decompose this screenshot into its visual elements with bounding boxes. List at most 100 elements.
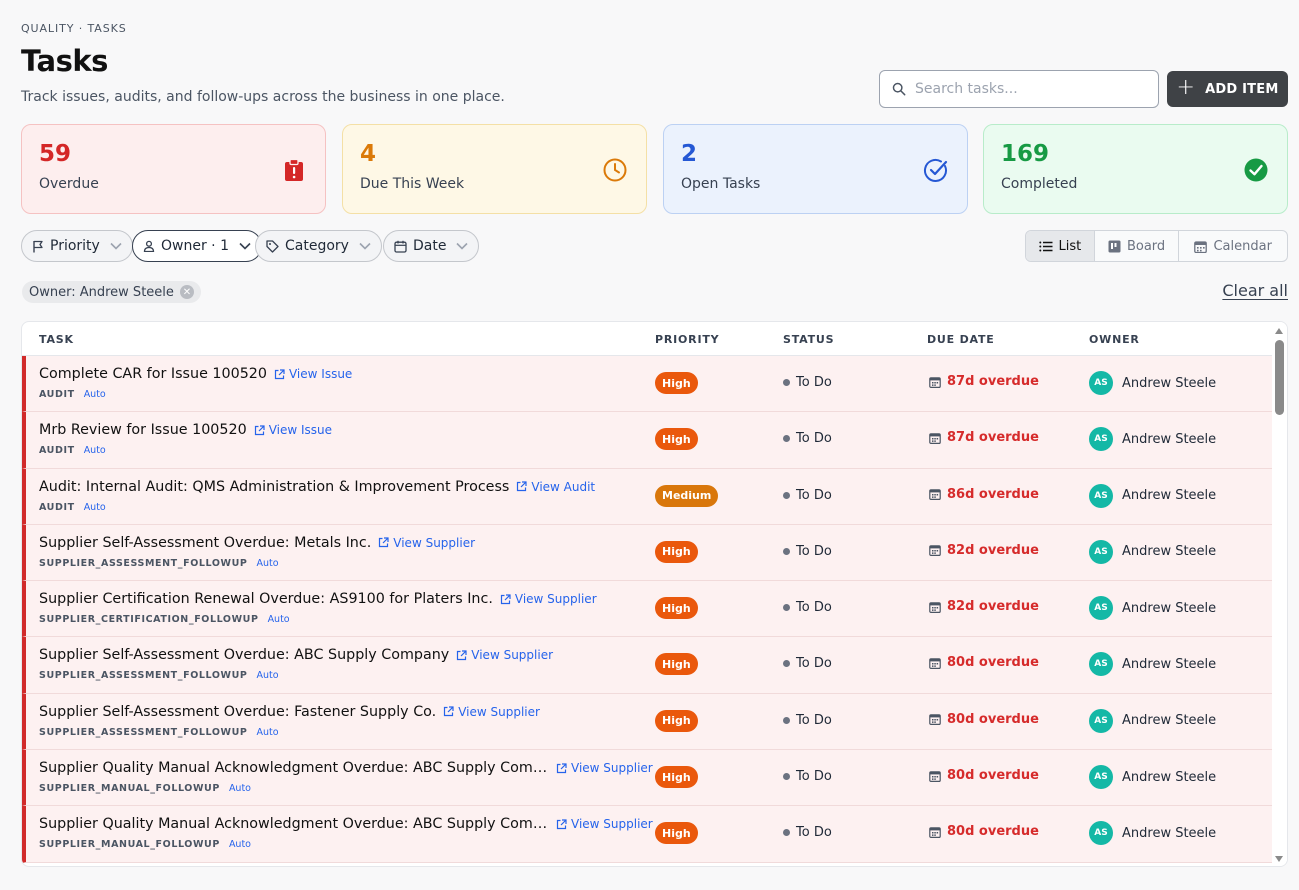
task-title[interactable]: Supplier Self-Assessment Overdue: Fasten… — [39, 704, 436, 720]
task-title[interactable]: Supplier Quality Manual Acknowledgment O… — [39, 760, 549, 776]
view-link[interactable]: View Supplier — [556, 761, 653, 775]
task-title-cell: Supplier Quality Manual Acknowledgment O… — [39, 816, 653, 832]
filter-date[interactable]: Date — [383, 230, 480, 262]
view-board-button[interactable]: Board — [1095, 231, 1180, 261]
priority-badge: Medium — [655, 484, 719, 507]
owner-name: Andrew Steele — [1122, 544, 1217, 560]
view-calendar-button[interactable]: Calendar — [1179, 231, 1287, 261]
table-row[interactable]: Supplier Self-Assessment Overdue: Metals… — [22, 524, 1274, 582]
task-title-cell: Supplier Self-Assessment Overdue: Metals… — [39, 535, 475, 551]
view-list-button[interactable]: List — [1026, 231, 1095, 261]
view-link[interactable]: View Supplier — [443, 705, 540, 719]
priority-badge: High — [655, 597, 698, 620]
due-label: 80d overdue — [947, 711, 1039, 727]
due-date-cell: 86d overdue — [929, 487, 1039, 502]
task-meta: SUPPLIER_MANUAL_FOLLOWUP Auto — [39, 783, 251, 794]
view-link[interactable]: View Issue — [254, 423, 332, 437]
status-dot — [783, 491, 790, 499]
due-date-cell: 87d overdue — [929, 430, 1039, 445]
table-row[interactable]: Audit: Internal Audit: QMS Administratio… — [22, 468, 1274, 525]
stat-card-open-tasks[interactable]: 2 Open Tasks — [663, 124, 968, 214]
table-row[interactable]: Supplier Self-Assessment Overdue: Fasten… — [22, 693, 1274, 751]
task-meta: SUPPLIER_ASSESSMENT_FOLLOWUP Auto — [39, 670, 279, 681]
view-link[interactable]: View Supplier — [556, 817, 653, 831]
filter-owner[interactable]: Owner · 1 — [132, 230, 262, 262]
task-title-cell: Supplier Self-Assessment Overdue: Fasten… — [39, 704, 540, 720]
table-row[interactable]: Mrb Review for Issue 100520 View Issue A… — [22, 412, 1274, 469]
due-label: 87d overdue — [947, 374, 1039, 389]
calendar-icon — [929, 489, 941, 501]
avatar: AS — [1089, 708, 1113, 733]
stat-card-due-this-week[interactable]: 4 Due This Week — [342, 124, 647, 214]
stat-card-overdue[interactable]: 59 Overdue — [21, 124, 326, 214]
calendar-icon — [394, 240, 407, 253]
scroll-up-arrow[interactable] — [1275, 328, 1283, 334]
filter-category[interactable]: Category — [255, 230, 382, 262]
table-row[interactable]: Supplier Self-Assessment Overdue: ABC Su… — [22, 637, 1274, 694]
task-title[interactable]: Supplier Certification Renewal Overdue: … — [39, 591, 493, 607]
tasks-table: TASK PRIORITY STATUS DUE DATE OWNER Comp… — [21, 321, 1288, 867]
external-link-icon — [556, 819, 567, 829]
task-meta: AUDIT Auto — [39, 502, 106, 513]
task-title[interactable]: Supplier Quality Manual Acknowledgment O… — [39, 816, 549, 832]
task-title[interactable]: Mrb Review for Issue 100520 — [39, 422, 247, 438]
due-label: 86d overdue — [947, 486, 1039, 502]
clear-all-link[interactable]: Clear all — [1222, 281, 1288, 300]
search-input[interactable] — [915, 81, 1140, 97]
scroll-down-arrow[interactable] — [1275, 856, 1283, 862]
task-category: SUPPLIER_MANUAL_FOLLOWUP — [39, 783, 220, 795]
task-title[interactable]: Audit: Internal Audit: QMS Administratio… — [39, 479, 509, 495]
task-title[interactable]: Supplier Self-Assessment Overdue: Metals… — [39, 535, 371, 551]
page-subtitle: Track issues, audits, and follow-ups acr… — [21, 89, 505, 105]
view-link-label: View Issue — [268, 423, 333, 438]
filter-priority[interactable]: Priority — [21, 230, 133, 262]
add-item-button[interactable]: + ADD ITEM — [1167, 71, 1288, 107]
view-link-label: View Supplier — [393, 535, 476, 550]
owner-cell: AS Andrew Steele — [1089, 652, 1216, 677]
calendar-icon — [929, 827, 941, 838]
status-label: To Do — [796, 487, 832, 503]
chevron-down-icon — [359, 242, 371, 250]
remove-filter-icon[interactable]: ✕ — [179, 285, 194, 299]
column-header-priority[interactable]: PRIORITY — [655, 333, 719, 346]
status-dot — [783, 435, 790, 443]
filter-label: Priority — [50, 238, 100, 254]
stat-card-completed[interactable]: 169 Completed — [983, 124, 1288, 214]
avatar: AS — [1089, 596, 1113, 621]
view-toggle: List Board Calendar — [1025, 230, 1288, 262]
table-row[interactable]: Supplier Quality Manual Acknowledgment O… — [22, 806, 1274, 863]
view-link[interactable]: View Supplier — [456, 648, 553, 662]
column-header-owner[interactable]: OWNER — [1089, 333, 1140, 346]
external-link-icon — [379, 537, 389, 548]
scrollbar-thumb[interactable] — [1275, 340, 1284, 415]
view-link[interactable]: View Supplier — [378, 536, 475, 550]
view-link[interactable]: View Issue — [274, 367, 352, 381]
stat-label: Open Tasks — [681, 176, 761, 192]
owner-name: Andrew Steele — [1122, 375, 1217, 391]
view-link[interactable]: View Supplier — [500, 592, 597, 606]
task-title-cell: Complete CAR for Issue 100520 View Issue — [39, 366, 352, 382]
avatar: AS — [1089, 483, 1113, 508]
table-row[interactable]: Supplier Quality Manual Acknowledgment O… — [22, 750, 1274, 807]
owner-name: Andrew Steele — [1122, 488, 1217, 504]
table-row[interactable]: Complete CAR for Issue 100520 View Issue… — [22, 356, 1274, 413]
task-title[interactable]: Complete CAR for Issue 100520 — [39, 366, 267, 382]
auto-tag: Auto — [228, 783, 251, 795]
column-header-due-date[interactable]: DUE DATE — [927, 333, 995, 346]
external-link-icon — [457, 650, 467, 661]
external-link-icon — [444, 706, 454, 717]
task-title[interactable]: Supplier Self-Assessment Overdue: ABC Su… — [39, 647, 449, 663]
due-date-cell: 80d overdue — [929, 712, 1039, 727]
column-header-task[interactable]: TASK — [39, 333, 74, 346]
task-meta: SUPPLIER_ASSESSMENT_FOLLOWUP Auto — [39, 558, 279, 569]
task-category: AUDIT — [39, 501, 75, 513]
calendar-icon — [929, 601, 941, 613]
column-header-status[interactable]: STATUS — [783, 333, 834, 346]
table-row[interactable]: Supplier Certification Renewal Overdue: … — [22, 581, 1274, 638]
search-icon — [892, 82, 906, 96]
scrollbar[interactable] — [1272, 322, 1287, 866]
external-link-icon — [517, 481, 527, 492]
task-meta: AUDIT Auto — [39, 389, 106, 400]
view-link[interactable]: View Audit — [516, 480, 595, 494]
search-box[interactable] — [879, 70, 1159, 108]
